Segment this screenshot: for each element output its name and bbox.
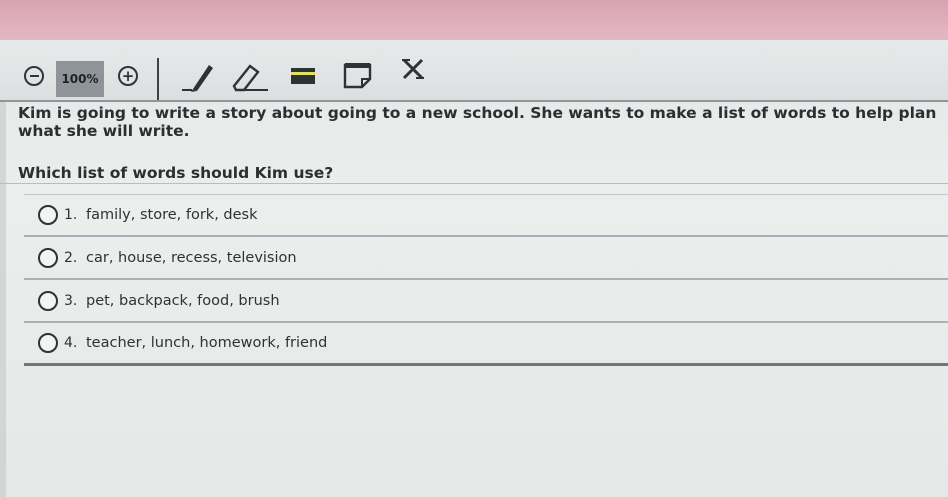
question-prompt: Which list of words should Kim use? [18,164,334,182]
pencil-icon[interactable] [178,60,218,92]
answer-choice-3[interactable]: 3. pet, backpack, food, brush [24,280,948,323]
highlighter-icon[interactable] [285,58,321,90]
answer-eliminator-icon[interactable] [396,56,430,82]
choice-text: family, store, fork, desk [86,207,258,223]
answer-choice-2[interactable]: 2. car, house, recess, television [24,237,948,280]
radio-button[interactable] [38,247,58,268]
answer-choice-4[interactable]: 4. teacher, lunch, homework, friend [24,323,948,366]
choice-number: 2. [64,249,78,266]
divider-line [0,183,948,184]
choice-text: teacher, lunch, homework, friend [86,335,328,351]
choice-text: car, house, recess, television [86,249,297,266]
zoom-in-icon[interactable]: + [118,66,138,86]
choice-number: 1. [64,207,78,223]
question-stem: Kim is going to write a story about goin… [18,104,937,140]
test-page: 100% + Kim is going to write a story abo… [0,0,948,497]
choice-text: pet, backpack, food, brush [86,292,280,309]
radio-button[interactable] [38,205,58,225]
zoom-level: 100% [56,61,104,97]
toolbar-divider [157,58,159,100]
zoom-out-icon[interactable] [24,66,44,86]
choice-number: 3. [64,292,78,309]
answer-choices: 1. family, store, fork, desk 2. car, hou… [24,194,948,366]
radio-button[interactable] [38,290,58,311]
choice-number: 4. [64,335,78,351]
radio-button[interactable] [38,333,58,353]
notepad-icon[interactable] [340,57,376,91]
toolbar: 100% + [0,40,948,102]
answer-choice-1[interactable]: 1. family, store, fork, desk [24,194,948,237]
eraser-icon[interactable] [228,60,272,92]
